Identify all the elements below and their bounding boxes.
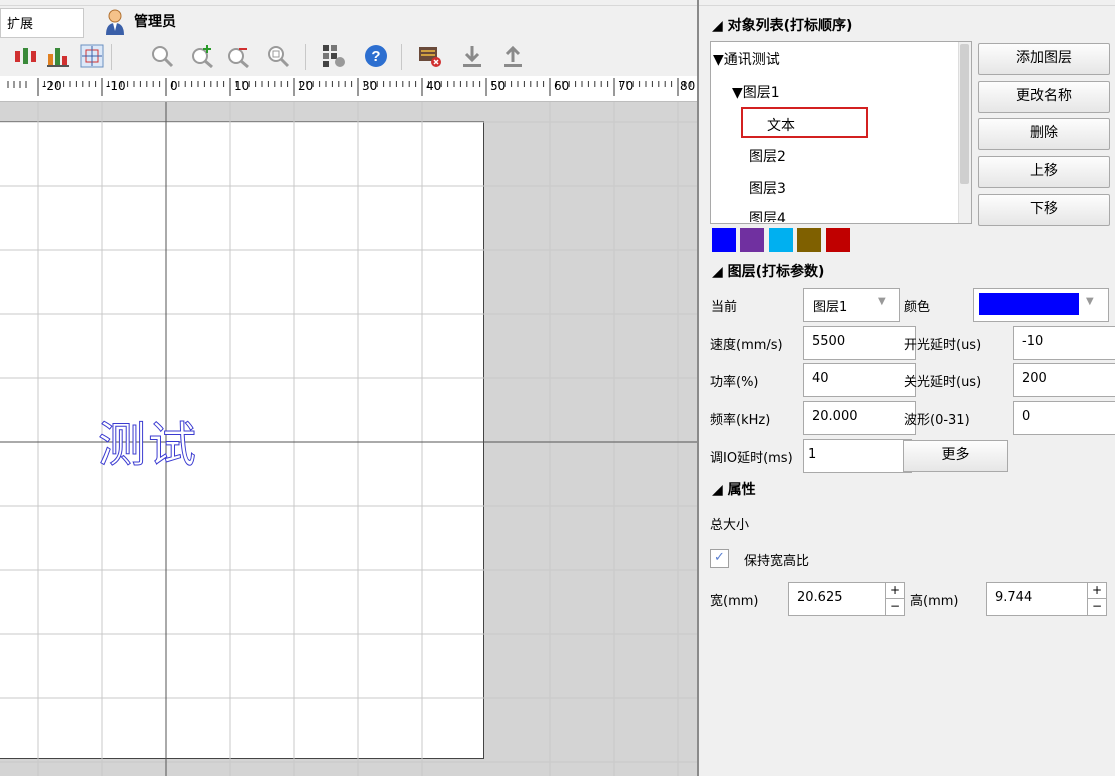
align-center-icon[interactable] <box>14 44 38 68</box>
frequency-field[interactable]: 20.000 <box>803 401 916 435</box>
on-delay-field[interactable]: -10 <box>1013 326 1115 360</box>
ruler-ticks <box>7 78 692 96</box>
user-name: 管理员 <box>134 14 176 30</box>
help-icon[interactable]: ? <box>364 44 388 68</box>
ruler-label: 10 <box>234 79 250 93</box>
horizontal-ruler: -20 -10 0 10 20 30 40 50 60 70 80 <box>0 76 697 102</box>
off-delay-field[interactable]: 200 <box>1013 363 1115 397</box>
increment-icon[interactable]: + <box>886 583 904 599</box>
ruler-label: 0 <box>170 79 178 93</box>
color-label: 颜色 <box>904 300 931 315</box>
keep-ratio-label: 保持宽高比 <box>744 554 810 569</box>
decrement-icon[interactable]: − <box>886 599 904 614</box>
upload-icon[interactable] <box>501 44 525 68</box>
object-list-title: ◢ 对象列表(打标顺序) <box>712 18 853 34</box>
zoom-out-icon[interactable] <box>226 44 250 68</box>
height-field[interactable]: 9.744 <box>986 582 1102 616</box>
mark-text-object[interactable]: 测试 <box>97 405 198 475</box>
ruler-label: 70 <box>618 79 634 93</box>
rename-button[interactable]: 更改名称 <box>978 81 1110 113</box>
io-delay-field[interactable]: 1 <box>803 439 912 473</box>
svg-text:?: ? <box>371 48 380 65</box>
color-swatch[interactable] <box>797 228 821 252</box>
on-delay-label: 开光延时(us) <box>904 338 982 353</box>
tree-item-root[interactable]: ▼通讯测试 <box>713 49 780 69</box>
toolbar-separator <box>401 44 402 70</box>
height-stepper[interactable]: + − <box>1087 582 1107 616</box>
off-delay-label: 关光延时(us) <box>904 375 982 390</box>
tree-item-layer1[interactable]: ▼图层1 <box>732 82 780 102</box>
delete-button[interactable]: 删除 <box>978 118 1110 150</box>
chevron-down-icon: ▼ <box>1086 296 1094 307</box>
power-label: 功率(%) <box>710 375 759 390</box>
speed-field[interactable]: 5500 <box>803 326 916 360</box>
power-field[interactable]: 40 <box>803 363 916 397</box>
add-layer-button[interactable]: 添加图层 <box>978 43 1110 75</box>
layer-params-title: ◢ 图层(打标参数) <box>712 264 825 280</box>
ruler-label: -20 <box>42 79 62 93</box>
move-up-button[interactable]: 上移 <box>978 156 1110 188</box>
width-stepper[interactable]: + − <box>885 582 905 616</box>
waveform-label: 波形(0-31) <box>904 413 970 428</box>
toolbar-separator <box>111 44 112 70</box>
decrement-icon[interactable]: − <box>1088 599 1106 614</box>
width-label: 宽(mm) <box>710 594 759 609</box>
current-layer-label: 当前 <box>711 300 738 315</box>
ruler-label: 40 <box>426 79 442 93</box>
tree-item-layer2[interactable]: 图层2 <box>749 146 786 166</box>
ruler-label: 30 <box>362 79 378 93</box>
align-bottom-icon[interactable] <box>46 44 70 68</box>
toolbar-separator <box>305 44 306 70</box>
color-swatch[interactable] <box>826 228 850 252</box>
ruler-label: -10 <box>106 79 126 93</box>
color-swatch[interactable] <box>740 228 764 252</box>
ruler-label: 20 <box>298 79 314 93</box>
increment-icon[interactable]: + <box>1088 583 1106 599</box>
tree-item-layer4[interactable]: 图层4 <box>749 208 786 222</box>
keep-ratio-checkbox[interactable]: ✓ <box>710 549 729 568</box>
user-avatar-icon <box>106 9 124 35</box>
zoom-in-icon[interactable] <box>190 44 214 68</box>
layer-color-preview <box>979 293 1079 315</box>
speed-label: 速度(mm/s) <box>710 338 783 353</box>
layer-color-select[interactable]: ▼ <box>973 288 1109 322</box>
tree-scrollbar-thumb[interactable] <box>960 44 969 184</box>
color-swatch[interactable] <box>712 228 736 252</box>
more-button[interactable]: 更多 <box>903 440 1008 472</box>
move-down-button[interactable]: 下移 <box>978 194 1110 226</box>
total-size-label: 总大小 <box>710 518 750 533</box>
current-layer-select[interactable]: 图层1 ▼ <box>803 288 900 322</box>
width-field[interactable]: 20.625 <box>788 582 900 616</box>
crosshair-center-icon[interactable] <box>80 44 104 68</box>
grid-settings-icon[interactable] <box>322 44 346 68</box>
tree-item-layer3[interactable]: 图层3 <box>749 178 786 198</box>
ruler-label: 50 <box>490 79 506 93</box>
stop-mark-icon[interactable] <box>418 44 442 68</box>
current-layer-value: 图层1 <box>813 300 848 315</box>
selected-item-highlight <box>741 107 868 138</box>
ruler-label: 80 <box>680 79 696 93</box>
properties-title: ◢ 属性 <box>712 482 756 498</box>
frequency-label: 频率(kHz) <box>710 413 771 428</box>
color-swatch[interactable] <box>769 228 793 252</box>
waveform-field[interactable]: 0 <box>1013 401 1115 435</box>
extension-menu[interactable]: 扩展 <box>0 8 84 38</box>
io-delay-label: 调IO延时(ms) <box>710 451 793 466</box>
ruler-label: 60 <box>554 79 570 93</box>
zoom-fit-icon[interactable] <box>266 44 290 68</box>
zoom-icon[interactable] <box>150 44 174 68</box>
download-icon[interactable] <box>460 44 484 68</box>
height-label: 高(mm) <box>910 594 959 609</box>
chevron-down-icon: ▼ <box>878 296 886 307</box>
